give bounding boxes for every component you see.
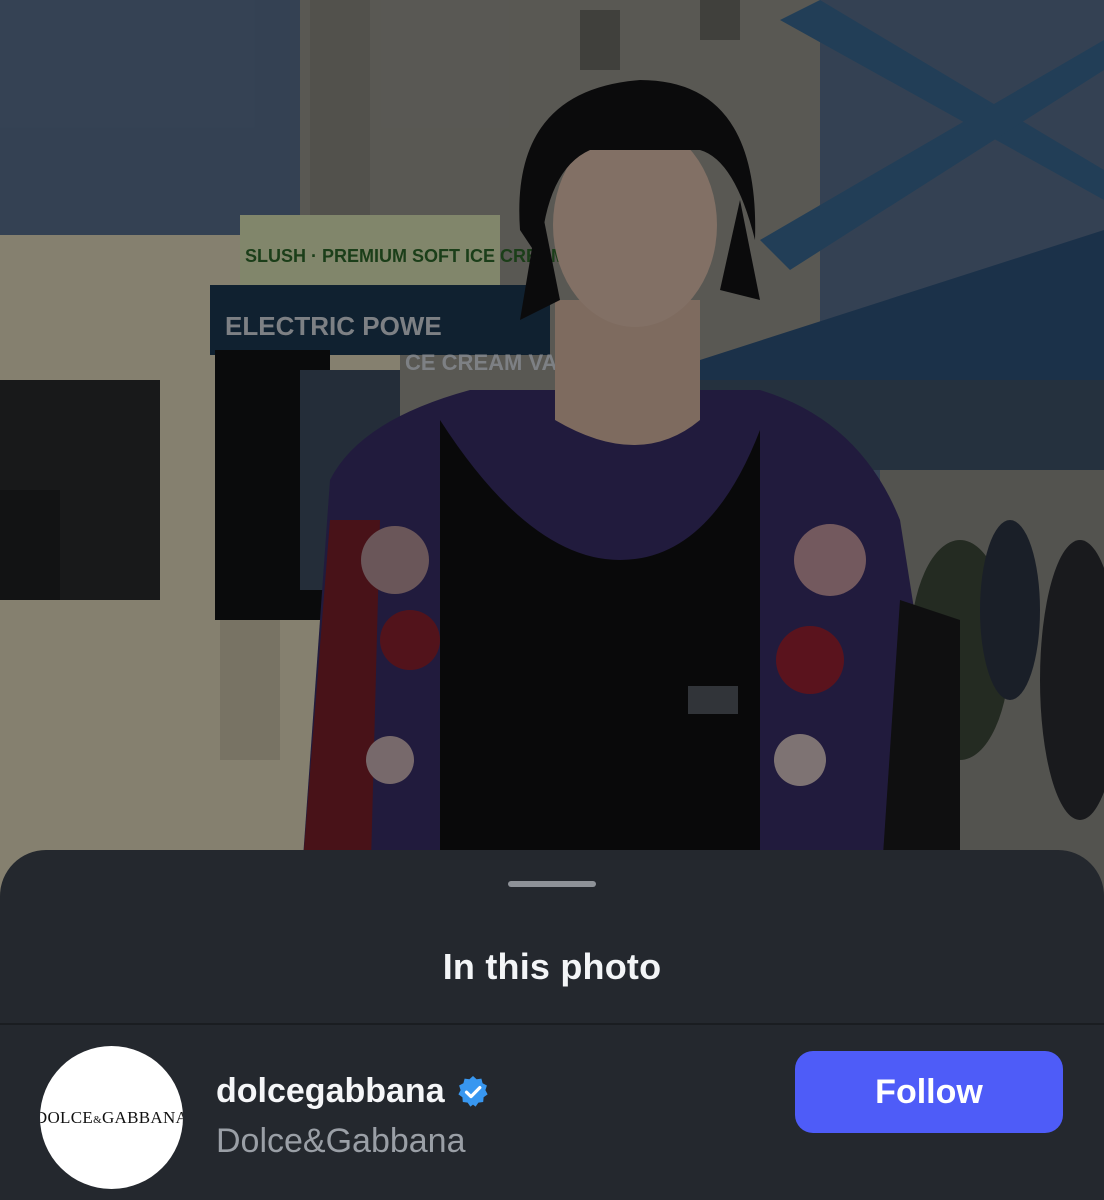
avatar[interactable]: DOLCE&GABBANA [40,1046,183,1189]
sheet-grabber-handle[interactable] [508,881,596,887]
background-photo: ELECTRIC POWE CE CREAM VAN SLUSH · PREMI… [0,0,1104,900]
brand-logo-amp: & [93,1113,102,1126]
brand-logo-right: GABBANA [101,1107,183,1127]
verified-badge-icon [455,1074,491,1110]
photo-dim-overlay [0,0,1104,900]
tagged-account-row[interactable]: DOLCE&GABBANA dolcegabbana Dolce&Gabbana… [0,1025,1104,1200]
screen: ELECTRIC POWE CE CREAM VAN SLUSH · PREMI… [0,0,1104,1200]
sheet-title: In this photo [442,946,662,987]
account-display-name: Dolce&Gabbana [216,1122,466,1160]
brand-logo: DOLCE&GABBANA [40,1108,183,1128]
follow-button[interactable]: Follow [795,1051,1063,1133]
account-username[interactable]: dolcegabbana [216,1072,445,1111]
brand-logo-left: DOLCE [40,1107,94,1127]
tagged-accounts-sheet: In this photo DOLCE&GABBANA dolcegabbana… [0,850,1104,1200]
account-username-wrap[interactable]: dolcegabbana [216,1072,491,1111]
